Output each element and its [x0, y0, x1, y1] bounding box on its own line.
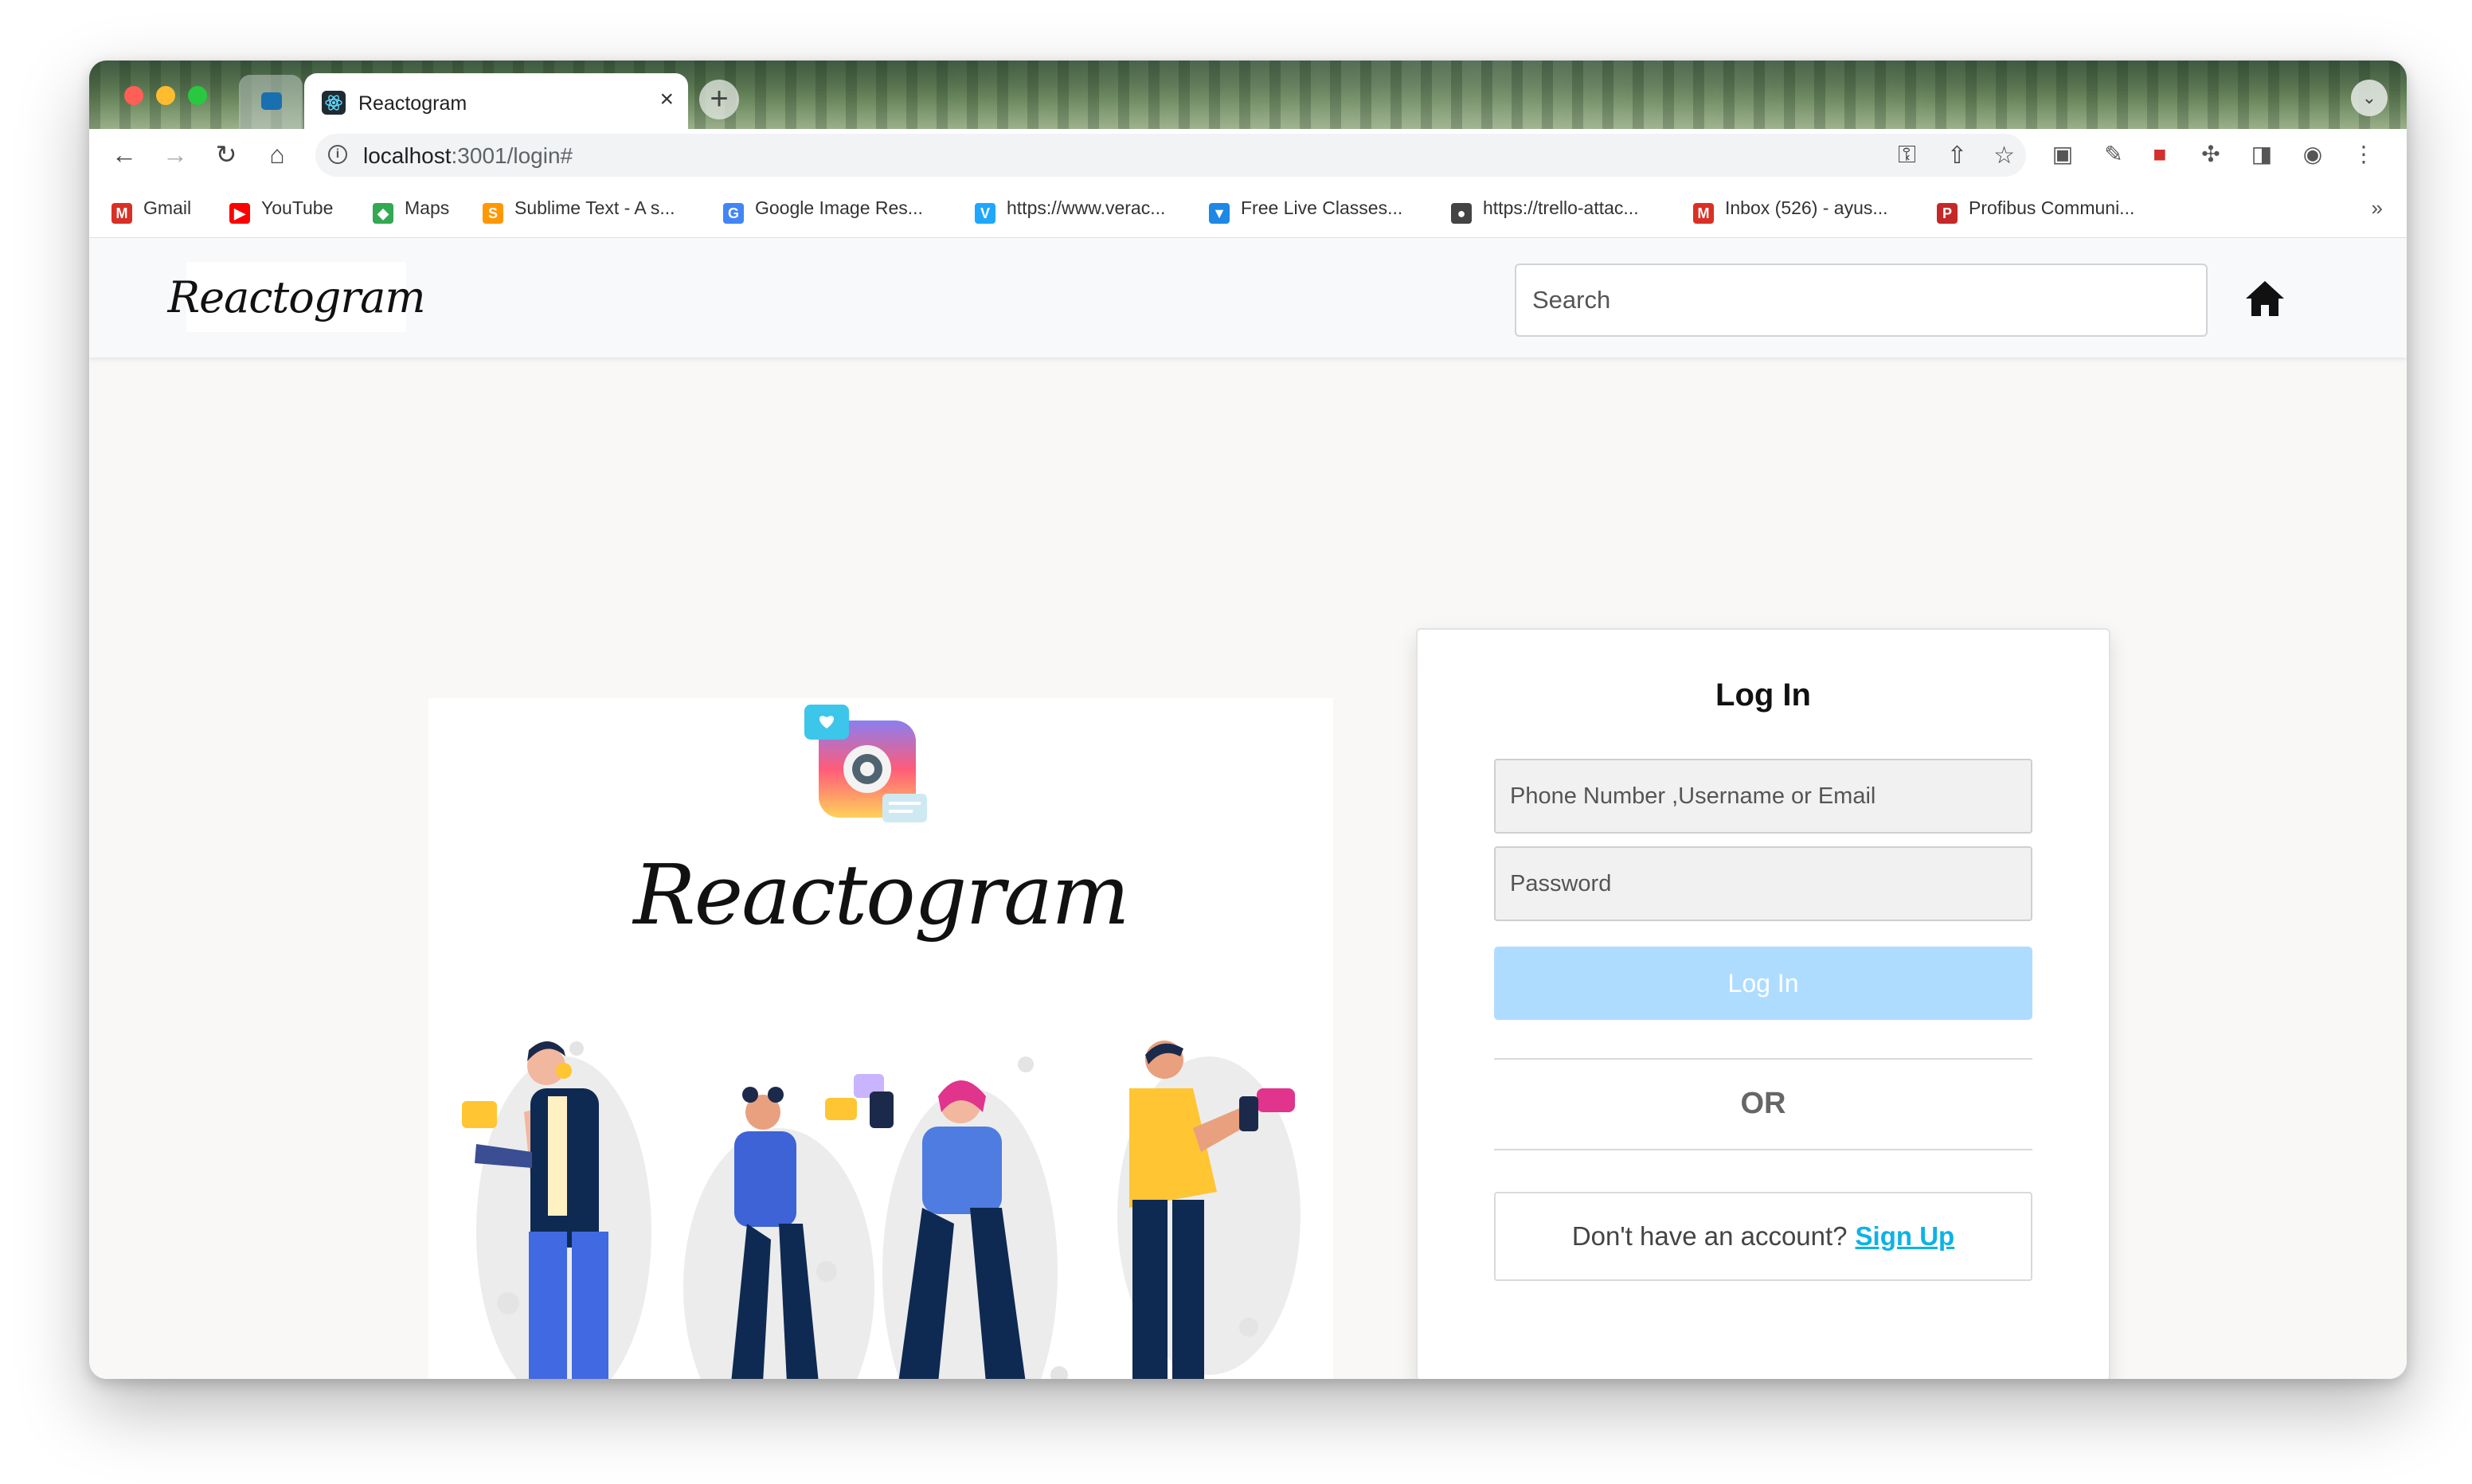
- password-key-icon[interactable]: ⚿: [1898, 142, 1916, 169]
- tab-reactogram[interactable]: Reactogram ×: [304, 73, 688, 129]
- web-page: Reactogram Search Reactogram Log In Phon…: [89, 238, 2407, 1379]
- zoom-window-button[interactable]: [188, 86, 207, 105]
- signup-link[interactable]: Sign Up: [1856, 1221, 1955, 1251]
- side-panel-icon[interactable]: ◨: [2246, 139, 2278, 170]
- signup-box: Don't have an account? Sign Up: [1494, 1192, 2032, 1281]
- tab-group-collapsed[interactable]: [239, 75, 303, 129]
- login-button[interactable]: Log In: [1494, 947, 2032, 1020]
- bookmarks-overflow-icon[interactable]: »: [2372, 196, 2383, 221]
- tab-group-icon: [261, 92, 282, 110]
- camera-app-icon: [804, 705, 927, 822]
- profile-avatar-icon[interactable]: ◉: [2297, 139, 2329, 170]
- bookmark-item[interactable]: ▶ YouTube: [229, 197, 333, 224]
- tab-search-button[interactable]: ⌄: [2351, 80, 2388, 116]
- close-tab-icon[interactable]: ×: [659, 88, 674, 111]
- bookmark-item[interactable]: M Inbox (526) - ayus...: [1693, 197, 1888, 224]
- eyedropper-extension-icon[interactable]: ✎: [2098, 139, 2130, 170]
- sublime-icon: S: [483, 203, 503, 224]
- browser-menu-icon[interactable]: ⋮: [2348, 139, 2380, 170]
- divider: [1494, 1149, 2032, 1150]
- bookmark-item[interactable]: S Sublime Text - A s...: [483, 197, 675, 224]
- bookmark-item[interactable]: ◆ Maps: [373, 197, 449, 224]
- password-field[interactable]: [1494, 846, 2032, 921]
- site-navbar: Reactogram: [89, 238, 2407, 357]
- maps-icon: ◆: [373, 203, 393, 224]
- extensions-puzzle-icon[interactable]: ✣: [2195, 139, 2227, 170]
- google-icon: G: [723, 203, 744, 224]
- gmail-icon: M: [111, 203, 132, 224]
- youtube-icon: ▶: [229, 203, 250, 224]
- address-bar[interactable]: i localhost:3001/login# ⚿ ⇧ ☆: [315, 134, 2026, 177]
- tab-strip: Reactogram × + ⌄: [89, 61, 2407, 129]
- brand-logo[interactable]: Reactogram: [167, 262, 426, 332]
- gmail-icon: M: [1693, 203, 1714, 224]
- live-classes-icon: ▼: [1209, 203, 1230, 224]
- close-window-button[interactable]: [124, 86, 143, 105]
- home-icon[interactable]: [2244, 279, 2286, 318]
- globe-icon: ●: [1451, 203, 1472, 224]
- hero-wordmark: Reactogram: [633, 846, 1129, 943]
- forward-arrow-icon[interactable]: →: [158, 137, 193, 172]
- cast-extension-icon[interactable]: ▣: [2047, 139, 2079, 170]
- signup-prompt: Don't have an account?: [1571, 1221, 1848, 1251]
- minimize-window-button[interactable]: [156, 86, 175, 105]
- react-favicon-icon: [322, 91, 346, 115]
- people-illustration: [462, 1041, 1301, 1379]
- back-arrow-icon[interactable]: ←: [107, 137, 142, 172]
- site-info-icon[interactable]: i: [328, 145, 347, 164]
- reload-icon[interactable]: ↻: [209, 137, 244, 172]
- share-icon[interactable]: ⇧: [1947, 142, 1967, 170]
- profibus-icon: P: [1937, 203, 1958, 224]
- search-input[interactable]: [1515, 264, 2208, 337]
- hero-illustration: Reactogram: [428, 698, 1333, 1379]
- bookmark-item[interactable]: ● https://trello-attac...: [1451, 197, 1639, 224]
- login-title: Log In: [1715, 678, 1811, 713]
- veracode-icon: V: [975, 203, 995, 224]
- red-extension-icon[interactable]: ■: [2144, 139, 2176, 170]
- home-button-icon[interactable]: ⌂: [260, 137, 295, 172]
- browser-toolbar: ← → ↻ ⌂ i localhost:3001/login# ⚿ ⇧ ☆ ▣ …: [89, 129, 2407, 182]
- bookmark-item[interactable]: M Gmail: [111, 197, 191, 224]
- bookmark-item[interactable]: G Google Image Res...: [723, 197, 923, 224]
- login-card: Log In Log In OR Don't have an account? S…: [1416, 628, 2110, 1379]
- bookmarks-bar: M Gmail ▶ YouTube ◆ Maps S Sublime Text - A …: [89, 182, 2407, 238]
- or-separator: OR: [1740, 1087, 1786, 1120]
- bookmark-item[interactable]: Vhttps://www.verac...: [975, 197, 1165, 224]
- tab-title: Reactogram: [358, 92, 467, 115]
- divider: [1494, 1058, 2032, 1060]
- url-text[interactable]: localhost:3001/login#: [363, 143, 573, 169]
- bookmark-item[interactable]: ▼ Free Live Classes...: [1209, 197, 1402, 224]
- browser-window: Reactogram × + ⌄ ← → ↻ ⌂ i localhost:300…: [89, 61, 2407, 1379]
- identifier-field[interactable]: [1494, 759, 2032, 834]
- bookmark-item[interactable]: P Profibus Communi...: [1937, 197, 2134, 224]
- new-tab-button[interactable]: +: [699, 80, 739, 119]
- bookmark-star-icon[interactable]: ☆: [1993, 142, 2015, 170]
